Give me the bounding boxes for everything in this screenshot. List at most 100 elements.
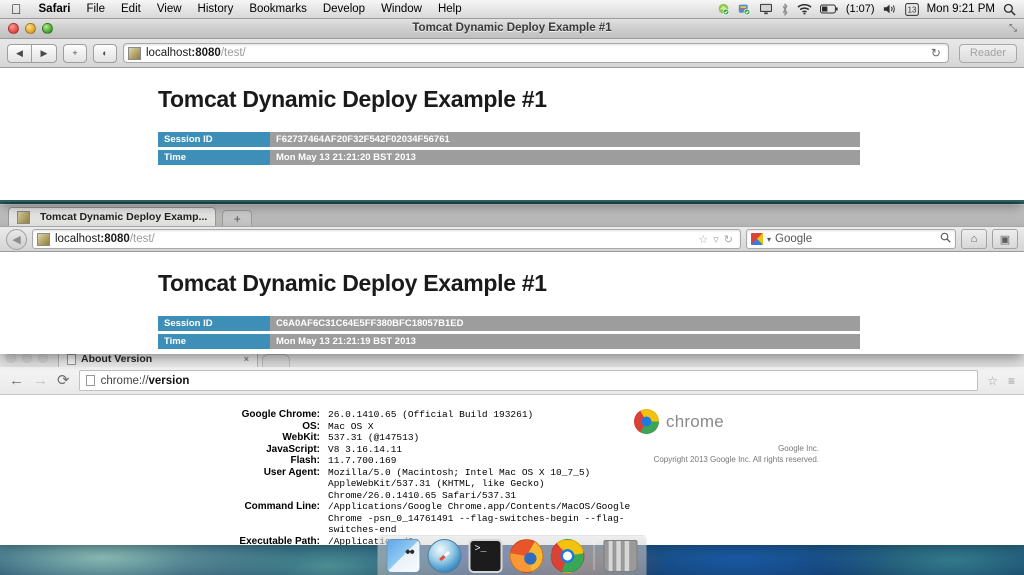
chrome-tab-label: About Version [81,353,152,365]
safari-toolbar: ◀ ▶ + ◐ localhost:8080/test/ ↻ Reader [0,39,1024,68]
minimize-button[interactable] [22,353,32,363]
version-row: JavaScript: V8 3.16.14.11 [200,444,1024,456]
chrome-icon[interactable] [551,539,585,573]
menu-item-view[interactable]: View [149,0,190,18]
search-box[interactable]: ▾ Google [746,229,956,249]
firefox-tab-tomcat[interactable]: Tomcat Dynamic Deploy Examp... [8,207,216,226]
version-row: Flash: 11.7.700.169 [200,455,1024,467]
bluetooth-icon[interactable] [781,3,789,16]
home-button[interactable]: ⌂ [961,229,987,249]
sidebar-toggle-button[interactable]: ◐ [93,44,117,63]
version-row-value: 26.0.1410.65 (Official Build 193261) [328,409,533,421]
version-row-label: JavaScript: [200,444,320,456]
session-info-table: Session ID C6A0AF6C31C64E5FF380BFC18057B… [158,313,860,352]
menu-bar-items:  Safari File Edit View History Bookmark… [0,0,470,18]
new-tab-button[interactable]: + [222,210,252,226]
display-icon[interactable] [759,3,773,15]
version-row-label: Google Chrome: [200,409,320,421]
address-bar[interactable]: localhost:8080/test/ ↻ [123,43,949,63]
menu-bar-clock[interactable]: Mon 9:21 PM [927,3,995,15]
close-button[interactable] [6,353,16,363]
version-row-label: OS: [200,421,320,433]
back-button[interactable]: ◀ [6,229,27,250]
row-label-time: Time [158,334,270,349]
version-row-value: Mozilla/5.0 (Macintosh; Intel Mac OS X 1… [328,467,638,502]
reload-button[interactable]: ⟳ [57,373,70,388]
safari-icon[interactable] [428,539,462,573]
finder-icon[interactable] [387,539,421,573]
row-label-session-id: Session ID [158,316,270,331]
version-row-value: 11.7.700.169 [328,455,396,467]
volume-icon[interactable] [883,3,897,15]
search-engine-label: Google [775,233,812,245]
table-row: Time Mon May 13 21:21:20 BST 2013 [158,150,860,165]
bookmark-star-icon[interactable]: ☆ [698,233,708,246]
chrome-window-controls[interactable] [6,353,58,367]
search-icon[interactable] [1003,3,1016,16]
version-info-table: Google Chrome: 26.0.1410.65 (Official Bui… [200,409,1024,545]
new-tab-button[interactable] [262,354,290,367]
firefox-browser-window[interactable]: Tomcat Dynamic Deploy Examp... + ◀ local… [0,204,1024,354]
trash-icon[interactable] [604,540,638,572]
row-label-session-id: Session ID [158,132,270,147]
panel-button[interactable]: ▣ [992,229,1018,249]
chrome-browser-window[interactable]: About Version × ← → ⟳ chrome://version ☆… [0,345,1024,540]
back-button[interactable]: ◀ [7,44,32,63]
reload-button[interactable]: ↻ [724,233,733,246]
site-favicon-icon [37,233,50,246]
firefox-tab-bar[interactable]: Tomcat Dynamic Deploy Examp... + [0,204,1024,226]
chrome-wordmark: chrome [666,412,724,432]
search-engine-caret-icon[interactable]: ▾ [767,235,771,244]
calendar-icon[interactable]: 13 [905,3,919,16]
menu-item-window[interactable]: Window [373,0,430,18]
chevron-down-icon[interactable]: ▿ [713,233,719,246]
search-icon[interactable] [940,232,951,246]
close-icon[interactable]: × [244,354,249,364]
menu-item-safari[interactable]: Safari [31,0,79,18]
chrome-toolbar-right: ☆ ≡ [987,374,1015,388]
battery-icon[interactable] [820,4,838,14]
bookmark-star-icon[interactable]: ☆ [987,374,998,388]
page-title: Tomcat Dynamic Deploy Example #1 [158,270,1024,297]
menu-icon[interactable]: ≡ [1008,374,1015,388]
version-row: Google Chrome: 26.0.1410.65 (Official Bui… [200,409,1024,421]
table-row: Session ID F62737464AF20F32F542F02034F56… [158,132,860,147]
page-icon [67,354,76,365]
reload-button[interactable]: ↻ [931,46,944,60]
menu-item-edit[interactable]: Edit [113,0,149,18]
reader-button[interactable]: Reader [959,44,1017,63]
menu-item-file[interactable]: File [78,0,113,18]
row-label-time: Time [158,150,270,165]
menu-item-history[interactable]: History [190,0,242,18]
dropbox-icon[interactable] [717,3,730,16]
safari-title-bar[interactable]: Tomcat Dynamic Deploy Example #1 ⤡ [0,17,1024,39]
menu-item-help[interactable]: Help [430,0,470,18]
address-bar[interactable]: chrome://version [79,370,979,391]
forward-button[interactable]: → [33,373,48,388]
safari-browser-window[interactable]: Tomcat Dynamic Deploy Example #1 ⤡ ◀ ▶ +… [0,17,1024,202]
version-row-value: V8 3.16.14.11 [328,444,402,456]
zoom-button[interactable] [38,353,48,363]
menu-item-develop[interactable]: Develop [315,0,373,18]
wifi-icon[interactable] [797,3,812,15]
table-row: Time Mon May 13 21:21:19 BST 2013 [158,334,860,349]
address-bar-text: chrome://version [101,375,190,387]
address-bar[interactable]: localhost:8080/test/ ☆ ▿ ↻ [32,229,741,249]
add-bookmark-button[interactable]: + [63,44,87,63]
site-favicon-icon [128,47,141,60]
version-row-label: Flash: [200,455,320,467]
firefox-page-content: Tomcat Dynamic Deploy Example #1 Session… [0,252,1024,354]
terminal-icon[interactable] [469,539,503,573]
menu-item-bookmarks[interactable]: Bookmarks [241,0,315,18]
apple-logo-icon[interactable]:  [7,0,31,18]
dock-divider [594,540,595,570]
firefox-icon[interactable] [510,539,544,573]
mac-dock[interactable] [378,535,647,575]
version-row-label: Command Line: [200,501,320,513]
sync-icon[interactable] [738,3,751,16]
forward-button[interactable]: ▶ [32,44,57,63]
session-info-table: Session ID F62737464AF20F32F542F02034F56… [158,129,860,168]
page-title: Tomcat Dynamic Deploy Example #1 [158,86,1024,113]
back-button[interactable]: ← [9,373,24,388]
row-value-time: Mon May 13 21:21:20 BST 2013 [270,150,860,165]
